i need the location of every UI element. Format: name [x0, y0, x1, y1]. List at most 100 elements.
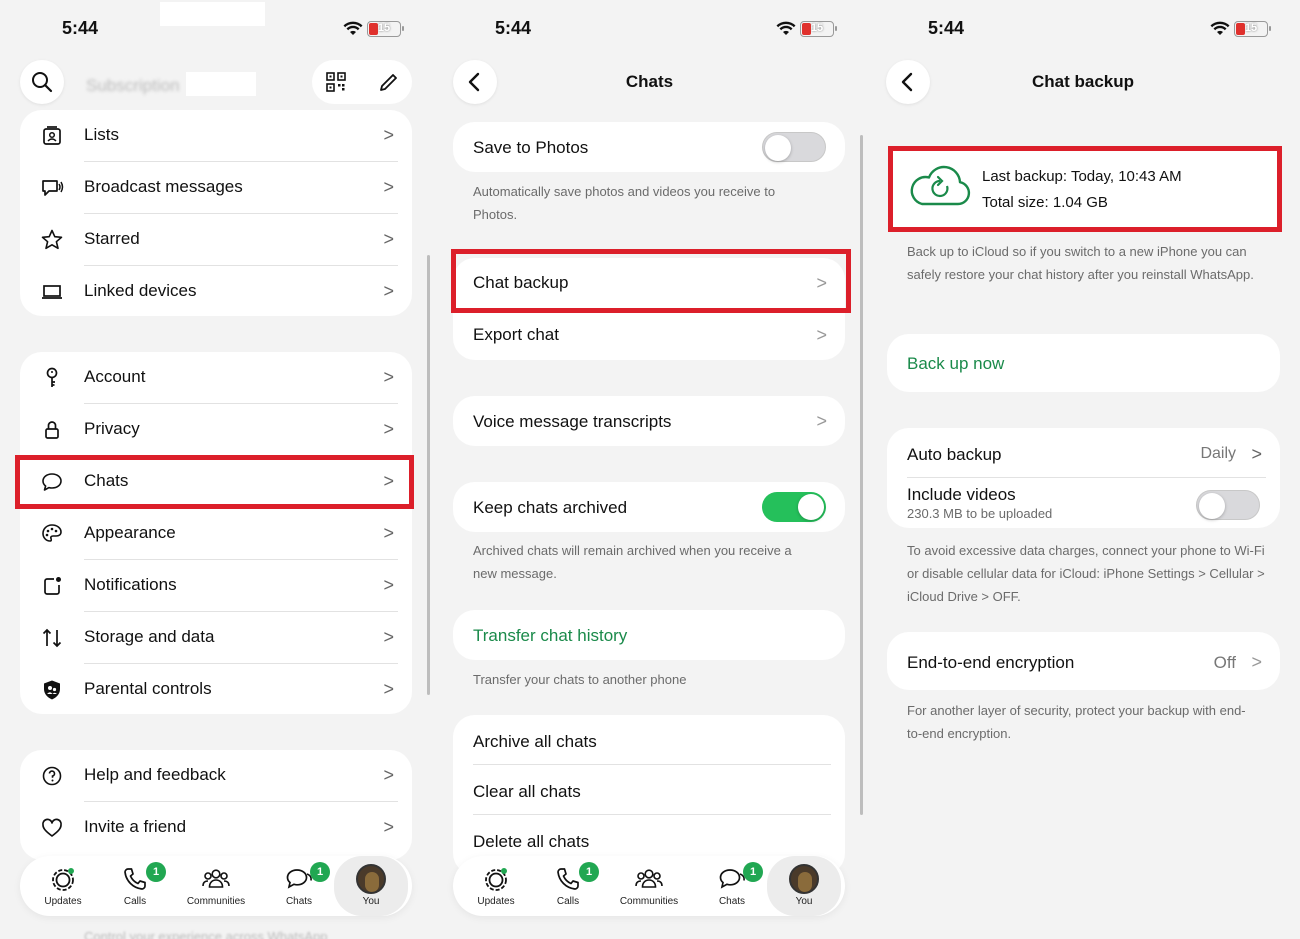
tab-communities[interactable]: Communities — [181, 856, 251, 916]
e2e-encryption-value: Off — [1213, 653, 1236, 672]
tab-calls[interactable]: 1 Calls — [533, 856, 603, 916]
communities-icon — [202, 869, 230, 888]
tab-label: Communities — [619, 896, 679, 907]
settings-item-label: Parental controls — [84, 679, 212, 698]
transfer-history-label: Transfer chat history — [473, 626, 628, 645]
chat-backup-highlight-box — [451, 249, 851, 313]
settings-item-storage[interactable]: Storage and data > — [20, 612, 412, 664]
avatar — [789, 864, 819, 894]
chevron-right-icon: > — [1251, 652, 1262, 672]
settings-item-linked-devices[interactable]: Linked devices > — [20, 266, 412, 318]
chevron-right-icon: > — [383, 367, 394, 387]
chevron-right-icon: > — [1251, 444, 1262, 464]
tab-updates[interactable]: Updates — [461, 856, 531, 916]
tab-label: Updates — [44, 896, 82, 907]
qr-code-icon[interactable] — [325, 71, 347, 93]
settings-item-help[interactable]: Help and feedback > — [20, 750, 412, 802]
status-bar: 5:44 15 — [866, 18, 1300, 42]
parental-shield-icon — [44, 680, 60, 700]
lists-icon — [43, 126, 61, 145]
keep-archived-row: Keep chats archived — [453, 482, 845, 532]
chevron-right-icon: > — [816, 411, 827, 431]
chat-backup-panel: 5:44 15 Chat backup Last backup: Today, … — [866, 0, 1300, 939]
footer-text: Control your experience across WhatsApp — [84, 929, 328, 939]
chevron-right-icon: > — [383, 575, 394, 595]
tab-chats[interactable]: 1 Chats — [264, 856, 334, 916]
page-title: Chat backup — [1031, 72, 1135, 91]
tab-calls[interactable]: 1 Calls — [100, 856, 170, 916]
tab-chats[interactable]: 1 Chats — [697, 856, 767, 916]
export-chat-row[interactable]: Export chat > — [453, 310, 845, 360]
danger-actions-group: Archive all chats Clear all chats Delete… — [453, 715, 845, 875]
tab-you[interactable]: You — [767, 856, 841, 916]
tab-communities[interactable]: Communities — [614, 856, 684, 916]
pencil-icon[interactable] — [378, 71, 400, 93]
archive-all-row[interactable]: Archive all chats — [453, 715, 845, 765]
chevron-right-icon: > — [383, 177, 394, 197]
communities-icon — [635, 869, 663, 888]
updates-icon — [485, 868, 507, 891]
phone-icon — [124, 868, 146, 890]
include-videos-toggle[interactable] — [1196, 490, 1260, 520]
tab-label: You — [362, 896, 380, 907]
settings-item-notifications[interactable]: Notifications > — [20, 560, 412, 612]
search-button[interactable] — [20, 60, 64, 104]
save-to-photos-hint: Automatically save photos and videos you… — [473, 184, 776, 222]
tab-label: Calls — [556, 896, 580, 907]
back-up-now-label: Back up now — [907, 354, 1005, 373]
auto-backup-label: Auto backup — [907, 445, 1002, 464]
settings-group-2: Account > Privacy > Chats > Appearance >… — [20, 352, 412, 714]
storage-arrows-icon — [42, 628, 62, 648]
export-chat-label: Export chat — [473, 325, 559, 344]
settings-item-label: Linked devices — [84, 281, 197, 300]
settings-item-broadcast[interactable]: Broadcast messages > — [20, 162, 412, 214]
voice-transcripts-label: Voice message transcripts — [473, 412, 672, 431]
settings-item-label: Appearance — [84, 523, 176, 542]
include-videos-label: Include videos — [907, 485, 1016, 504]
e2e-encryption-row[interactable]: End-to-end encryption Off > — [887, 632, 1280, 690]
key-icon — [46, 367, 58, 387]
keep-archived-toggle[interactable] — [762, 492, 826, 522]
status-time: 5:44 — [928, 18, 965, 38]
search-placeholder: Subscription — [86, 76, 180, 95]
transfer-history-row[interactable]: Transfer chat history — [453, 610, 845, 660]
chevron-right-icon: > — [383, 765, 394, 785]
chevron-right-icon: > — [383, 817, 394, 837]
auto-backup-row[interactable]: Auto backup Daily > — [887, 428, 1280, 478]
settings-item-label: Lists — [84, 125, 119, 144]
settings-item-appearance[interactable]: Appearance > — [20, 508, 412, 560]
broadcast-icon — [42, 180, 64, 196]
settings-item-invite[interactable]: Invite a friend > — [20, 802, 412, 854]
settings-item-label: Account — [84, 367, 146, 386]
settings-item-label: Starred — [84, 229, 140, 248]
keep-archived-hint: Archived chats will remain archived when… — [473, 543, 792, 581]
back-up-now-row[interactable]: Back up now — [887, 334, 1280, 392]
wifi-icon — [776, 21, 796, 35]
chevron-right-icon: > — [816, 325, 827, 345]
voice-transcripts-row[interactable]: Voice message transcripts > — [453, 396, 845, 446]
settings-item-label: Storage and data — [84, 627, 215, 646]
settings-item-account[interactable]: Account > — [20, 352, 412, 404]
tab-label: You — [795, 896, 813, 907]
notification-icon — [44, 577, 61, 595]
settings-item-label: Privacy — [84, 419, 140, 438]
save-to-photos-toggle[interactable] — [762, 132, 826, 162]
scrollbar[interactable] — [427, 255, 430, 695]
include-videos-subtext: 230.3 MB to be uploaded — [907, 506, 1053, 521]
status-time: 5:44 — [62, 18, 99, 38]
clear-all-row[interactable]: Clear all chats — [453, 765, 845, 815]
star-icon — [41, 229, 63, 250]
settings-item-privacy[interactable]: Privacy > — [20, 404, 412, 456]
settings-item-parental-controls[interactable]: Parental controls > — [20, 664, 412, 716]
help-icon — [42, 766, 62, 786]
transfer-history-hint: Transfer your chats to another phone — [473, 672, 687, 687]
settings-item-starred[interactable]: Starred > — [20, 214, 412, 266]
redacted-block — [160, 2, 265, 26]
tab-you[interactable]: You — [334, 856, 408, 916]
scrollbar[interactable] — [860, 135, 863, 815]
settings-item-lists[interactable]: Lists > — [20, 110, 412, 162]
settings-item-label: Help and feedback — [84, 765, 226, 784]
tab-label: Chats — [718, 896, 746, 907]
chats-highlight-box — [15, 455, 414, 509]
tab-updates[interactable]: Updates — [28, 856, 98, 916]
